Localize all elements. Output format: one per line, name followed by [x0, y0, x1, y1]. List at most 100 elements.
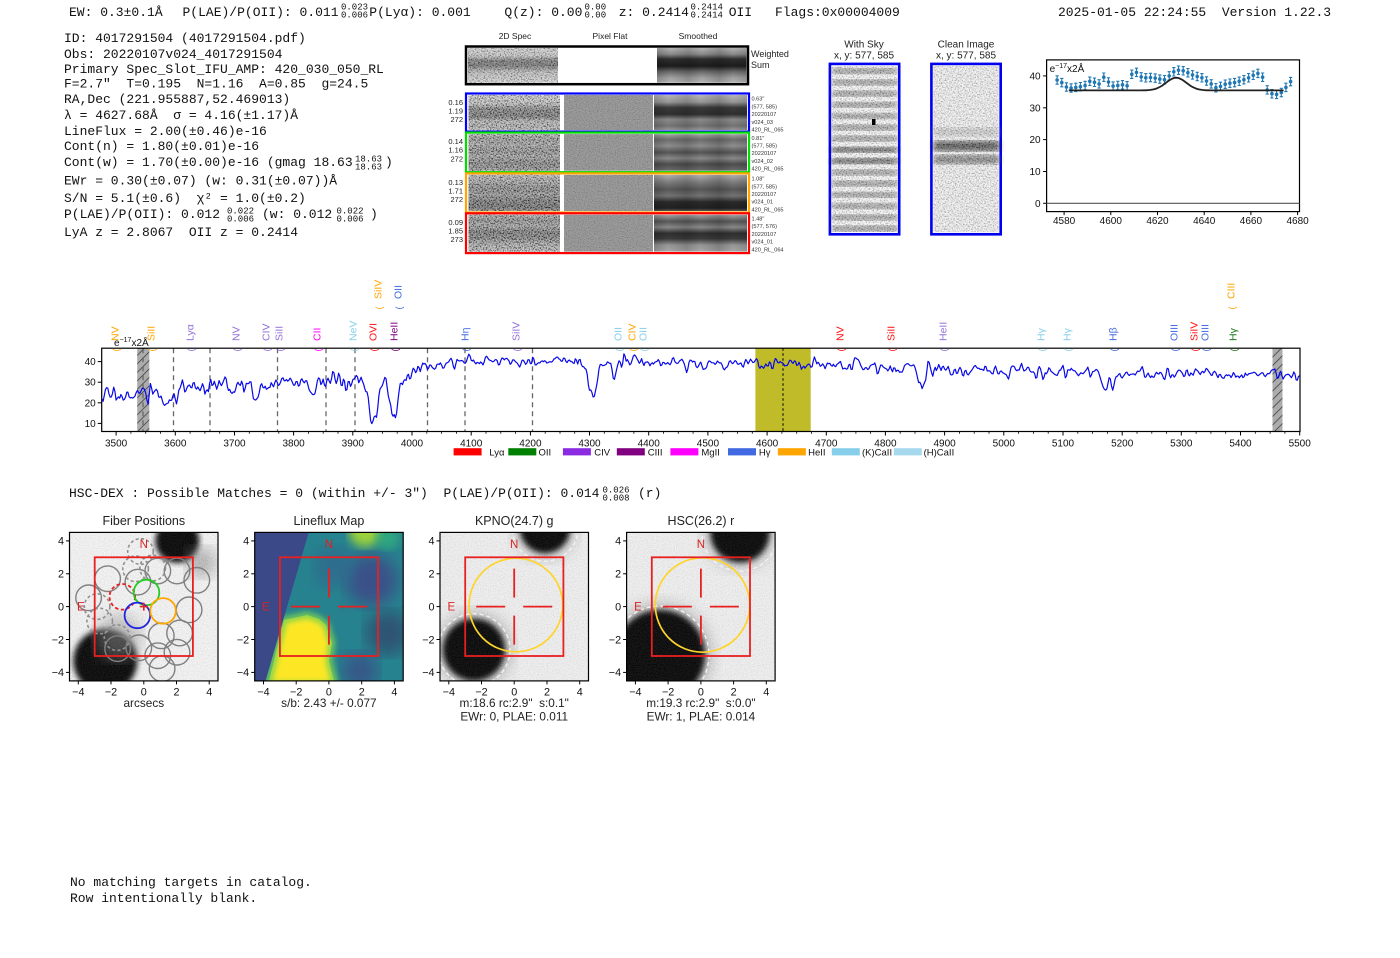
svg-text:Weighted: Weighted [751, 49, 789, 59]
svg-text:4000: 4000 [401, 439, 424, 450]
svg-text:(: ( [186, 349, 196, 352]
svg-text:Clean Image: Clean Image [938, 40, 995, 51]
svg-text:With Sky: With Sky [844, 40, 883, 51]
svg-text:20220107: 20220107 [752, 151, 777, 157]
svg-text:−4: −4 [443, 686, 455, 698]
svg-text:s/b: 2.43 +/- 0.077: s/b: 2.43 +/- 0.077 [281, 696, 376, 710]
svg-text:SiIV: SiIV [373, 280, 385, 299]
svg-text:4: 4 [615, 536, 621, 548]
svg-text:4580: 4580 [1053, 216, 1076, 227]
svg-text:1.08": 1.08" [752, 177, 765, 183]
svg-text:−2: −2 [609, 634, 621, 646]
svg-text:(: ( [313, 349, 323, 352]
svg-text:CIV: CIV [594, 448, 611, 459]
svg-text:(: ( [1063, 349, 1073, 352]
svg-text:Flags:0x00004009: Flags:0x00004009 [775, 5, 900, 20]
svg-text:−4: −4 [237, 667, 249, 679]
svg-text:0.006: 0.006 [337, 214, 364, 224]
svg-text:0.2414: 0.2414 [691, 11, 723, 21]
svg-text:S/N = 5.1(±0.6) χ² = 1.0(±0.2: S/N = 5.1(±0.6) χ² = 1.0(±0.2) [64, 191, 306, 206]
svg-text:0: 0 [1035, 199, 1041, 210]
svg-text:NeV: NeV [348, 321, 360, 341]
svg-text:x, y: 577, 585: x, y: 577, 585 [834, 51, 894, 62]
svg-text:(: ( [512, 349, 522, 352]
svg-text:v024_02: v024_02 [752, 159, 773, 165]
svg-text:(: ( [614, 349, 624, 352]
svg-text:0.008: 0.008 [603, 493, 630, 503]
svg-text:18.63: 18.63 [355, 162, 382, 172]
svg-text:5000: 5000 [993, 439, 1016, 450]
svg-text:5200: 5200 [1111, 439, 1134, 450]
svg-text:(: ( [374, 307, 384, 310]
svg-text:N: N [510, 539, 518, 551]
svg-text:−2: −2 [52, 634, 64, 646]
svg-text:20220107: 20220107 [752, 112, 777, 118]
svg-text:0.63": 0.63" [752, 97, 765, 103]
svg-text:−2: −2 [422, 634, 434, 646]
svg-text:(H)CaII: (H)CaII [924, 448, 955, 459]
svg-text:v024_01: v024_01 [752, 200, 773, 206]
svg-text:−2: −2 [105, 686, 117, 698]
svg-text:EWr: 1, PLAE: 0.014: EWr: 1, PLAE: 0.014 [647, 710, 756, 724]
svg-text:(: ( [461, 349, 471, 352]
svg-text:No matching targets in catalog: No matching targets in catalog. [70, 875, 312, 890]
svg-text:20220107: 20220107 [752, 232, 777, 238]
svg-text:v024_03: v024_03 [752, 120, 773, 126]
svg-text:(: ( [111, 349, 121, 352]
svg-text:(: ( [390, 349, 400, 352]
svg-text:4: 4 [763, 686, 769, 698]
svg-text:(: ( [836, 349, 846, 352]
svg-text:273: 273 [450, 235, 463, 244]
svg-text:0.006: 0.006 [227, 214, 254, 224]
svg-text:4620: 4620 [1146, 216, 1169, 227]
svg-text:SiIV: SiIV [511, 322, 523, 341]
svg-text:(: ( [349, 349, 359, 352]
svg-text:4660: 4660 [1240, 216, 1263, 227]
svg-text:EWr = 0.30(±0.07) (w: 0.31(±0.: EWr = 0.30(±0.07) (w: 0.31(±0.07))Å [64, 174, 337, 189]
svg-text:0.006: 0.006 [341, 11, 368, 21]
svg-text:(: ( [275, 349, 285, 352]
svg-text:(: ( [628, 349, 638, 352]
svg-text:Hγ: Hγ [759, 448, 771, 459]
svg-text:OII: OII [613, 327, 625, 341]
svg-text:x, y: 577, 585: x, y: 577, 585 [936, 51, 996, 62]
svg-text:(577, 576): (577, 576) [752, 224, 778, 230]
svg-text:NV: NV [110, 326, 122, 341]
svg-text:272: 272 [450, 195, 463, 204]
svg-text:20: 20 [1029, 135, 1041, 146]
svg-text:(: ( [262, 349, 272, 352]
svg-text:N: N [697, 539, 705, 551]
svg-text:E: E [77, 602, 85, 614]
svg-text:OII: OII [539, 448, 552, 459]
svg-text:OIII: OIII [1200, 324, 1212, 341]
svg-text:0.00: 0.00 [585, 11, 607, 21]
svg-text:30: 30 [1029, 103, 1041, 114]
svg-text:(: ( [887, 349, 897, 352]
svg-text:KPNO(24.7) g: KPNO(24.7) g [475, 514, 554, 528]
svg-text:−4: −4 [257, 686, 269, 698]
svg-text:Hγ: Hγ [1228, 327, 1240, 341]
svg-text:Lyα: Lyα [185, 324, 197, 341]
svg-text:N: N [140, 539, 148, 551]
svg-text:(: ( [369, 349, 379, 352]
svg-text:3800: 3800 [282, 439, 305, 450]
svg-text:HSC-DEX : Possible Matches = 0: HSC-DEX : Possible Matches = 0 (within +… [69, 486, 600, 501]
svg-text:HeII: HeII [808, 448, 825, 459]
svg-text:30: 30 [85, 378, 97, 389]
svg-text:m:19.3 rc:2.9" s:0.0": m:19.3 rc:2.9" s:0.0" [646, 696, 755, 710]
svg-text:2: 2 [243, 569, 249, 581]
svg-text:10: 10 [1029, 167, 1041, 178]
svg-text:(: ( [232, 349, 242, 352]
svg-text:): ) [385, 155, 393, 170]
svg-text:420_RL_064: 420_RL_064 [752, 247, 784, 253]
svg-text:20220107: 20220107 [752, 192, 777, 198]
svg-text:HeII: HeII [938, 322, 950, 341]
svg-text:Sum: Sum [751, 60, 770, 70]
svg-text:−4: −4 [72, 686, 84, 698]
svg-text:0: 0 [58, 601, 64, 613]
svg-text:e−17x2Å: e−17x2Å [1050, 62, 1085, 75]
svg-text:420_RL_065: 420_RL_065 [752, 128, 784, 134]
svg-text:4600: 4600 [1100, 216, 1123, 227]
svg-text:2: 2 [428, 569, 434, 581]
svg-text:(: ( [1201, 349, 1211, 352]
